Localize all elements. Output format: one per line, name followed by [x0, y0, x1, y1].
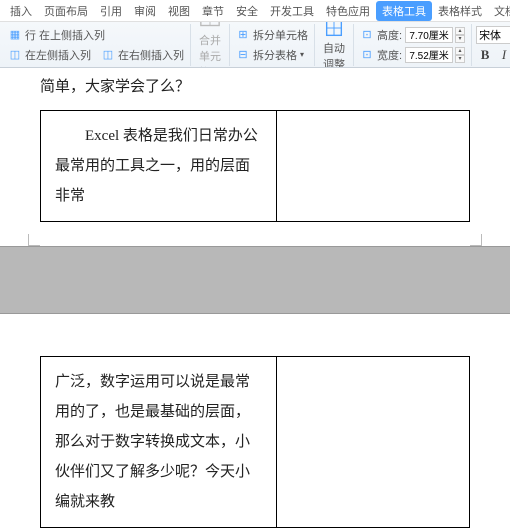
width-up[interactable]: ▴ — [455, 47, 465, 55]
page-2[interactable]: 广泛，数字运用可以说是最常用的了，也是最基础的层面，那么对于数字转换成文本，小伙… — [0, 314, 510, 528]
document-area: 简单，大家学会了么？ Excel 表格是我们日常办公最常用的工具之一，用的层面非… — [0, 68, 510, 528]
page-1[interactable]: 简单，大家学会了么？ Excel 表格是我们日常办公最常用的工具之一，用的层面非… — [0, 68, 510, 246]
split-table-button[interactable]: ⊟ 拆分表格 ▾ — [234, 46, 310, 64]
page-corner-br — [470, 234, 482, 246]
page-corner-bl — [28, 234, 40, 246]
table-1[interactable]: Excel 表格是我们日常办公最常用的工具之一，用的层面非常 — [40, 110, 470, 222]
ribbon-font-group: ▾ B I U A ✎ — [472, 24, 510, 66]
dropdown-icon: ▾ — [300, 50, 304, 59]
menu-page-layout[interactable]: 页面布局 — [38, 1, 94, 21]
ribbon-insert-group: ▦ 行 在上侧插入列 ◫ 在左侧插入列 ◫ 在右侧插入列 — [2, 24, 191, 66]
auto-fit-label: 自动调整 — [323, 40, 345, 68]
insert-row-label: 行 在上侧插入列 — [25, 27, 105, 43]
split-cells-button[interactable]: ⊞ 拆分单元格 — [234, 26, 310, 44]
ribbon-split-group: ⊞ 拆分单元格 ⊟ 拆分表格 ▾ — [230, 24, 315, 66]
height-input[interactable] — [405, 27, 453, 43]
menu-view[interactable]: 视图 — [162, 1, 196, 21]
italic-button[interactable]: I — [495, 46, 510, 64]
menu-table-style[interactable]: 表格样式 — [432, 1, 488, 21]
table-row[interactable]: 广泛，数字运用可以说是最常用的了，也是最基础的层面，那么对于数字转换成文本，小伙… — [41, 357, 470, 528]
insert-left-icon: ◫ — [8, 48, 22, 62]
insert-right-icon: ◫ — [101, 48, 115, 62]
height-down[interactable]: ▾ — [455, 35, 465, 43]
table-2-cell-1[interactable]: 广泛，数字运用可以说是最常用的了，也是最基础的层面，那么对于数字转换成文本，小伙… — [41, 357, 277, 528]
split-table-icon: ⊟ — [236, 48, 250, 62]
insert-right-label: 在右侧插入列 — [118, 47, 184, 63]
insert-row-icon: ▦ — [8, 28, 22, 42]
ribbon-autofit-group: 自动调整 — [315, 24, 354, 66]
table-2[interactable]: 广泛，数字运用可以说是最常用的了，也是最基础的层面，那么对于数字转换成文本，小伙… — [40, 356, 470, 528]
paragraph-1[interactable]: 简单，大家学会了么？ — [40, 72, 470, 102]
height-up[interactable]: ▴ — [455, 27, 465, 35]
width-down[interactable]: ▾ — [455, 55, 465, 63]
height-label: 高度: — [377, 27, 402, 43]
font-name-select[interactable] — [476, 26, 510, 44]
auto-fit-button[interactable]: 自动调整 — [319, 22, 349, 68]
split-table-label: 拆分表格 — [253, 47, 297, 63]
height-icon: ⊡ — [360, 28, 374, 42]
width-icon: ⊡ — [360, 48, 374, 62]
width-input[interactable] — [405, 47, 453, 63]
height-control: ⊡ 高度: ▴ ▾ — [358, 26, 467, 44]
menu-developer[interactable]: 开发工具 — [264, 1, 320, 21]
menu-security[interactable]: 安全 — [230, 1, 264, 21]
ribbon-toolbar: ▦ 行 在上侧插入列 ◫ 在左侧插入列 ◫ 在右侧插入列 合并单元格 ⊞ 拆分单… — [0, 22, 510, 68]
menu-table-tools[interactable]: 表格工具 — [376, 1, 432, 21]
split-cells-label: 拆分单元格 — [253, 27, 308, 43]
menu-featured[interactable]: 特色应用 — [320, 1, 376, 21]
insert-row-above-button[interactable]: ▦ 行 在上侧插入列 — [6, 26, 186, 44]
insert-left-label: 在左侧插入列 — [25, 47, 91, 63]
menu-doc-helper[interactable]: 文档助手 — [488, 1, 510, 21]
ribbon-merge-group: 合并单元格 — [191, 24, 230, 66]
auto-fit-icon — [323, 22, 345, 39]
insert-right-button[interactable]: ◫ 在右侧插入列 — [99, 46, 186, 64]
merge-cells-button[interactable]: 合并单元格 — [195, 22, 225, 68]
bold-button[interactable]: B — [476, 46, 494, 64]
insert-left-button[interactable]: ◫ 在左侧插入列 — [6, 46, 93, 64]
menu-references[interactable]: 引用 — [94, 1, 128, 21]
menu-review[interactable]: 审阅 — [128, 1, 162, 21]
menu-insert[interactable]: 插入 — [4, 1, 38, 21]
menubar: 插入 页面布局 引用 审阅 视图 章节 安全 开发工具 特色应用 表格工具 表格… — [0, 0, 510, 22]
merge-cells-icon — [199, 22, 221, 31]
merge-cells-label: 合并单元格 — [199, 32, 221, 68]
table-1-cell-2[interactable] — [276, 111, 469, 222]
table-row[interactable]: Excel 表格是我们日常办公最常用的工具之一，用的层面非常 — [41, 111, 470, 222]
page-gap — [0, 246, 510, 314]
width-label: 宽度: — [377, 47, 402, 63]
split-cells-icon: ⊞ — [236, 28, 250, 42]
width-control: ⊡ 宽度: ▴ ▾ — [358, 46, 467, 64]
ribbon-size-group: ⊡ 高度: ▴ ▾ ⊡ 宽度: ▴ ▾ — [354, 24, 472, 66]
table-2-cell-2[interactable] — [276, 357, 469, 528]
menu-sections[interactable]: 章节 — [196, 1, 230, 21]
table-1-cell-1[interactable]: Excel 表格是我们日常办公最常用的工具之一，用的层面非常 — [41, 111, 277, 222]
